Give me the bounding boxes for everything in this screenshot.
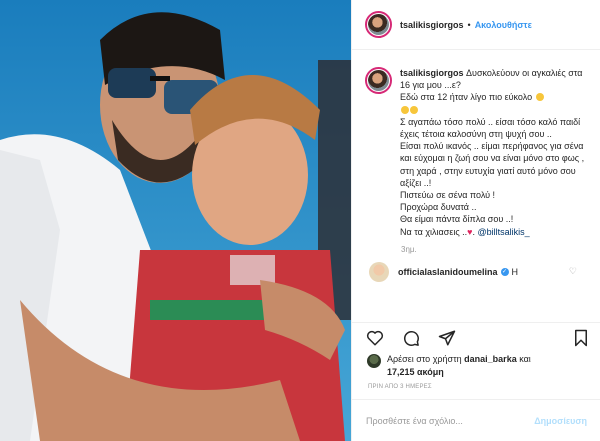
caption-line: Θα είμαι πάντα δίπλα σου ..!	[400, 214, 514, 225]
author-username[interactable]: tsalikisgiorgos	[400, 20, 464, 30]
post-caption: tsalikisgiorgos Δυσκολεύουν οι αγκαλιές …	[400, 68, 585, 237]
likes-text: Αρέσει στο χρήστη danai_barka και 17,215…	[387, 353, 531, 378]
likes-summary: Αρέσει στο χρήστη danai_barka και 17,215…	[367, 353, 592, 378]
caption-line: Προχώρα δυνατά ..	[400, 202, 477, 213]
add-comment-bar: Δημοσίευση	[352, 399, 600, 441]
grinning-emoji-icon	[535, 93, 544, 102]
bookmark-icon[interactable]	[571, 328, 591, 348]
liker-username[interactable]: danai_barka	[464, 354, 517, 364]
caption-time[interactable]: 3ημ.	[401, 245, 593, 254]
post-header: tsalikisgiorgos • Ακολουθήστε	[352, 0, 600, 50]
post-timestamp[interactable]: ΠΡΙΝ ΑΠΟ 3 ΗΜΕΡΕΣ	[368, 384, 432, 390]
caption-line: Σ αγαπάω τόσο πολύ .. είσαι τόσο καλό πα…	[400, 116, 581, 140]
caption-line: Πιστεύω σε σένα πολύ !	[400, 190, 496, 201]
comment-like-heart-icon[interactable]: ♡	[569, 266, 577, 277]
comment-item: officialaslanidoumelina ✓ Η ♡	[365, 261, 593, 282]
share-icon[interactable]	[437, 328, 457, 348]
author-avatar[interactable]	[365, 11, 392, 38]
grinning-emoji-icon	[410, 105, 418, 114]
caption-username[interactable]: tsalikisgiorgos	[400, 68, 464, 78]
follow-button[interactable]: Ακολουθήστε	[475, 20, 532, 30]
comments-section: tsalikisgiorgos Δυσκολεύουν οι αγκαλιές …	[352, 51, 600, 321]
caption-line: Είσαι πολύ ικανός .. είμαι περήφανος για…	[400, 141, 585, 188]
commenter-avatar[interactable]	[369, 261, 389, 282]
post-comment-button[interactable]: Δημοσίευση	[534, 416, 587, 426]
caption-row: tsalikisgiorgos Δυσκολεύουν οι αγκαλιές …	[365, 67, 593, 238]
comment-text: Η	[511, 266, 519, 277]
likes-count[interactable]: 17,215 ακόμη	[387, 367, 444, 377]
heart-emoji-icon: ♥	[467, 226, 473, 237]
caption-line: Εδώ στα 12 ήταν λίγο πιο εύκολο	[400, 92, 533, 103]
post-photo[interactable]	[0, 0, 351, 441]
verified-icon: ✓	[500, 267, 509, 276]
comment-input[interactable]	[366, 415, 535, 426]
caption-avatar[interactable]	[365, 67, 392, 94]
post-photo-image	[0, 0, 351, 441]
user-mention-link[interactable]: @billtsalikis_	[478, 227, 530, 237]
grinning-emoji-icon	[401, 105, 409, 114]
header-separator: •	[467, 19, 471, 30]
liker-avatar[interactable]	[367, 354, 381, 368]
likes-prefix: Αρέσει στο χρήστη	[387, 354, 462, 364]
likes-conjunction: και	[519, 354, 531, 364]
commenter-username[interactable]: officialaslanidoumelina	[398, 267, 498, 277]
action-bar	[352, 322, 600, 352]
caption-line: Να τα χιλιασεις ..	[400, 226, 468, 237]
heart-icon[interactable]	[365, 328, 385, 348]
comment-icon[interactable]	[401, 328, 421, 348]
post-sidebar: tsalikisgiorgos • Ακολουθήστε tsalikisgi…	[351, 0, 600, 441]
